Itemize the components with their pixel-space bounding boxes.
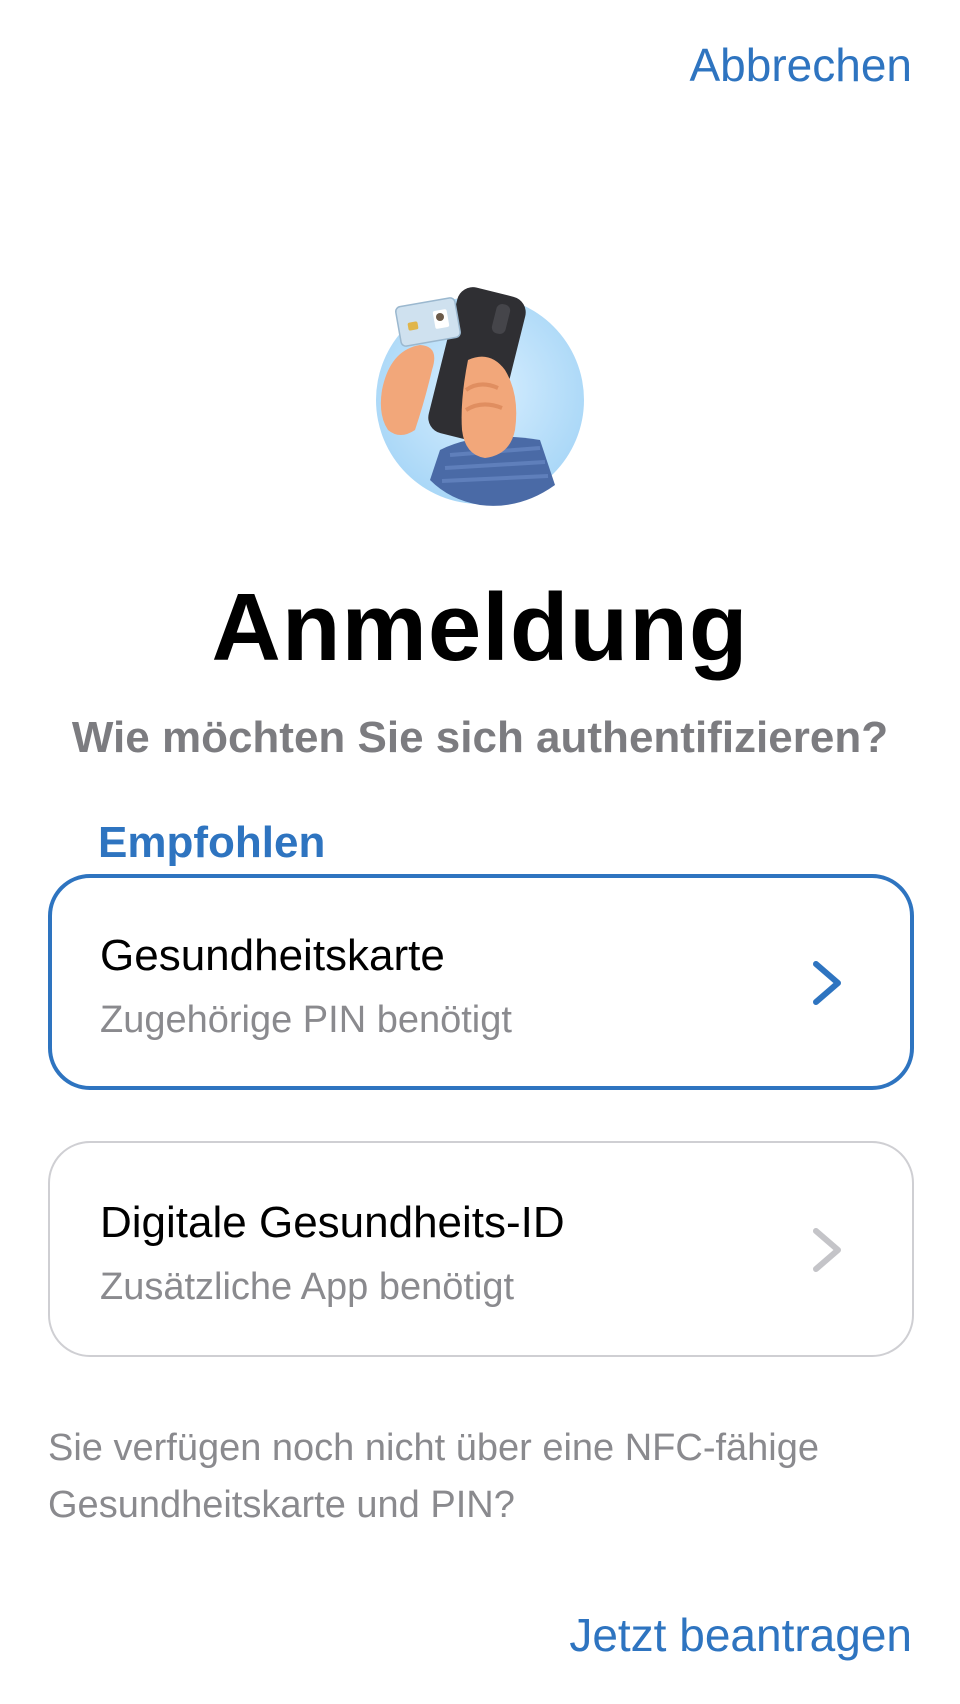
page-subtitle: Wie möchten Sie sich authentifizieren? [71,713,889,762]
option-subtitle: Zugehörige PIN benötigt [100,999,512,1041]
option-title: Gesundheitskarte [100,931,445,980]
option-health-card[interactable]: Gesundheitskarte Zugehörige PIN benötigt [48,874,914,1090]
chevron-right-icon [813,961,841,1005]
hero-illustration [370,280,590,530]
page-title: Anmeldung [211,574,749,681]
nfc-info-text: Sie verfügen noch nicht über eine NFC-fä… [48,1427,820,1526]
option-title: Digitale Gesundheits-ID [100,1198,565,1247]
recommended-label: Empfohlen [98,818,326,867]
option-digital-health-id[interactable]: Digitale Gesundheits-ID Zusätzliche App … [48,1141,914,1357]
apply-now-link[interactable]: Jetzt beantragen [569,1608,912,1663]
hand-phone-card-icon [376,287,584,506]
cancel-button[interactable]: Abbrechen [690,38,913,93]
chevron-right-icon [813,1228,841,1272]
option-subtitle: Zusätzliche App benötigt [100,1266,515,1308]
